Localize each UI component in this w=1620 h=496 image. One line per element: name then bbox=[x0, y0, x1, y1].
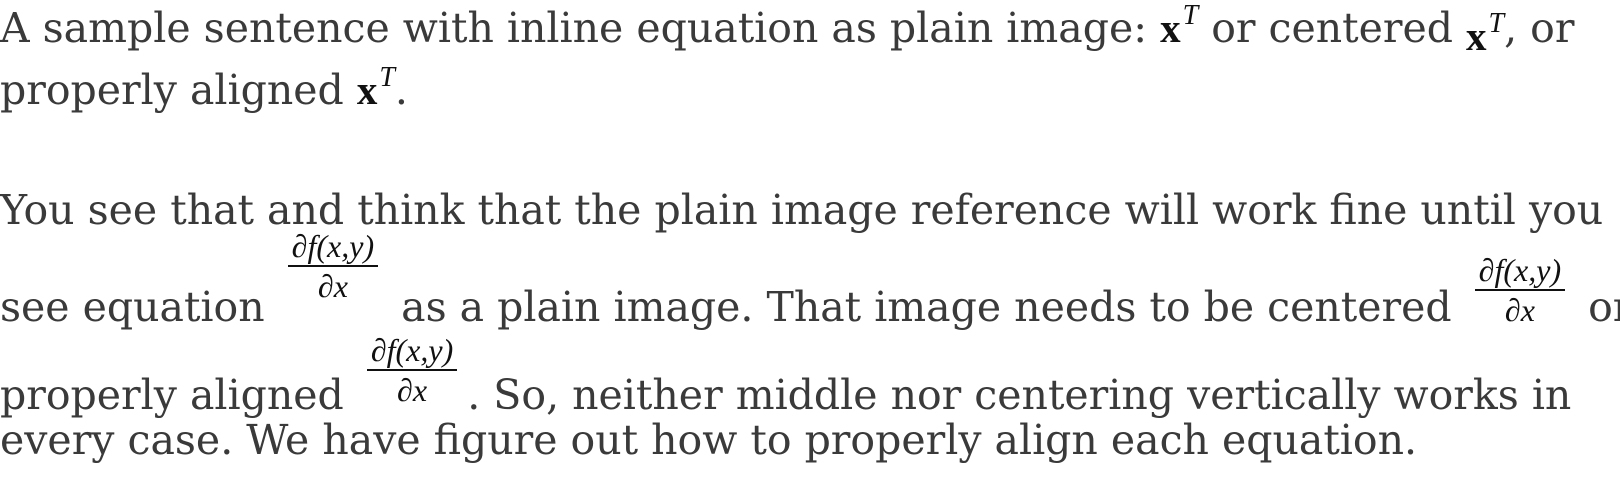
text-segment: or centered bbox=[1198, 4, 1467, 52]
fraction-equation-centered: ∂f(x,y) ∂x bbox=[1474, 254, 1566, 326]
text-segment: . So, neither middle nor centering verti… bbox=[467, 371, 1572, 419]
paragraph-1-line-2: properly aligned xT. bbox=[0, 62, 408, 114]
fraction-equation-plain: ∂f(x,y) ∂x bbox=[287, 230, 379, 302]
text-segment: You see that and think that the plain im… bbox=[0, 186, 1604, 234]
text-segment: see equation bbox=[0, 283, 278, 331]
text-segment: , or bbox=[1504, 4, 1575, 52]
text-segment: properly aligned bbox=[0, 66, 357, 114]
paragraph-2-line-2: see equation ∂f(x,y) ∂x as a plain image.… bbox=[0, 230, 1620, 334]
inline-equation-centered: xT bbox=[1466, 8, 1505, 59]
paragraph-2-line-3: properly aligned ∂f(x,y) ∂x. So, neither … bbox=[0, 334, 1572, 419]
text-segment: or bbox=[1588, 283, 1620, 331]
inline-equation-aligned: xT bbox=[356, 62, 395, 113]
text-segment: every case. We have figure out how to pr… bbox=[0, 416, 1418, 464]
text-segment: properly aligned bbox=[0, 371, 357, 419]
text-segment: . bbox=[394, 66, 408, 114]
inline-equation-plain: xT bbox=[1160, 0, 1199, 51]
paragraph-2-line-1: You see that and think that the plain im… bbox=[0, 186, 1603, 234]
fraction-equation-aligned: ∂f(x,y) ∂x bbox=[366, 334, 458, 406]
text-segment: A sample sentence with inline equation a… bbox=[0, 4, 1161, 52]
text-segment: as a plain image. That image needs to be… bbox=[388, 283, 1465, 331]
paragraph-1-line-1: A sample sentence with inline equation a… bbox=[0, 0, 1575, 59]
paragraph-2-line-4: every case. We have figure out how to pr… bbox=[0, 416, 1417, 464]
